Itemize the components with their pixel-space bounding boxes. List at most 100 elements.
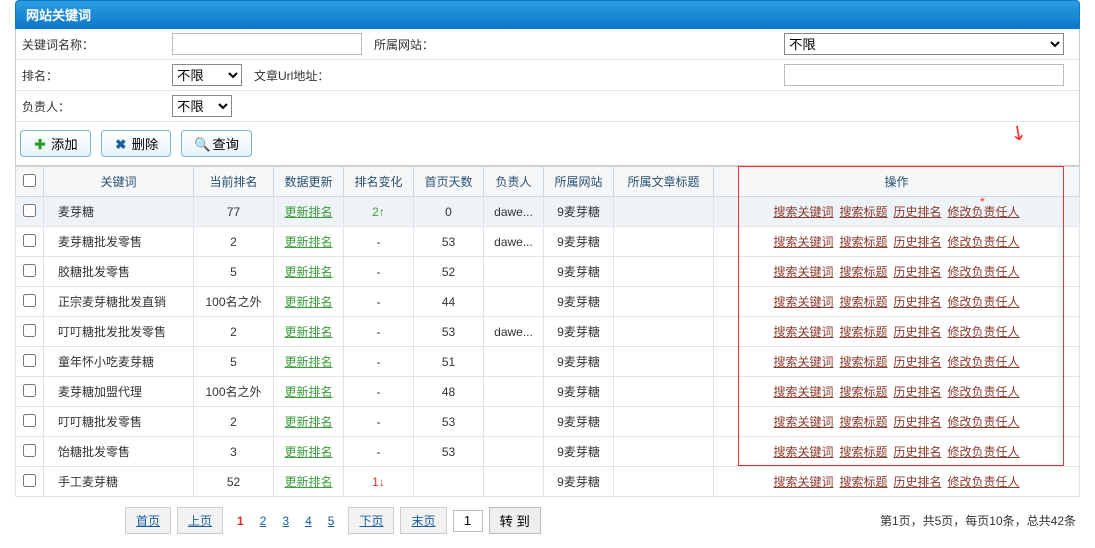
row-checkbox[interactable] — [23, 384, 36, 397]
op-search-title-link[interactable]: 搜索标题 — [839, 475, 887, 489]
cell-keyword: 饴糖批发零售 — [44, 437, 194, 467]
op-modify-owner-link[interactable]: 修改负责任人 — [948, 205, 1020, 219]
cell-change: - — [344, 227, 414, 257]
op-modify-owner-link[interactable]: 修改负责任人 — [948, 235, 1020, 249]
op-history-rank-link[interactable]: 历史排名 — [894, 235, 942, 249]
toolbar: ✚ 添加 ✖ 删除 🔍 查询 — [16, 122, 1079, 165]
op-history-rank-link[interactable]: 历史排名 — [894, 325, 942, 339]
cell-article — [614, 317, 714, 347]
update-rank-link[interactable]: 更新排名 — [284, 475, 332, 489]
table-row: 麦芽糖加盟代理100名之外更新排名-489麦芽糖搜索关键词搜索标题历史排名修改负… — [16, 377, 1080, 407]
col-update: 数据更新 — [274, 167, 344, 197]
row-checkbox[interactable] — [23, 204, 36, 217]
op-search-title-link[interactable]: 搜索标题 — [839, 205, 887, 219]
op-search-title-link[interactable]: 搜索标题 — [839, 265, 887, 279]
cell-ops: 搜索关键词搜索标题历史排名修改负责任人 — [714, 287, 1080, 317]
op-modify-owner-link[interactable]: 修改负责任人 — [948, 265, 1020, 279]
op-search-keyword-link[interactable]: 搜索关键词 — [773, 445, 833, 459]
op-modify-owner-link[interactable]: 修改负责任人 — [948, 475, 1020, 489]
site-select[interactable]: 不限 — [784, 33, 1064, 55]
op-modify-owner-link[interactable]: 修改负责任人 — [948, 355, 1020, 369]
op-search-keyword-link[interactable]: 搜索关键词 — [773, 415, 833, 429]
op-search-keyword-link[interactable]: 搜索关键词 — [773, 295, 833, 309]
pager-page-4[interactable]: 4 — [297, 510, 320, 532]
op-history-rank-link[interactable]: 历史排名 — [894, 385, 942, 399]
update-rank-link[interactable]: 更新排名 — [284, 415, 332, 429]
op-search-title-link[interactable]: 搜索标题 — [839, 445, 887, 459]
op-history-rank-link[interactable]: 历史排名 — [894, 355, 942, 369]
op-search-keyword-link[interactable]: 搜索关键词 — [773, 475, 833, 489]
cell-days: 53 — [414, 437, 484, 467]
pager-go-button[interactable]: 转 到 — [489, 507, 541, 534]
op-search-keyword-link[interactable]: 搜索关键词 — [773, 325, 833, 339]
op-history-rank-link[interactable]: 历史排名 — [894, 295, 942, 309]
op-search-keyword-link[interactable]: 搜索关键词 — [773, 205, 833, 219]
row-checkbox[interactable] — [23, 264, 36, 277]
update-rank-link[interactable]: 更新排名 — [284, 235, 332, 249]
row-checkbox[interactable] — [23, 294, 36, 307]
row-checkbox[interactable] — [23, 234, 36, 247]
col-rank: 当前排名 — [194, 167, 274, 197]
cell-owner — [484, 377, 544, 407]
op-modify-owner-link[interactable]: 修改负责任人 — [948, 325, 1020, 339]
owner-select[interactable]: 不限 — [172, 95, 232, 117]
op-history-rank-link[interactable]: 历史排名 — [894, 475, 942, 489]
update-rank-link[interactable]: 更新排名 — [284, 205, 332, 219]
plus-icon: ✚ — [33, 137, 47, 151]
cell-rank: 100名之外 — [194, 287, 274, 317]
op-search-title-link[interactable]: 搜索标题 — [839, 415, 887, 429]
pager-first[interactable]: 首页 — [125, 507, 171, 534]
op-modify-owner-link[interactable]: 修改负责任人 — [948, 445, 1020, 459]
row-checkbox[interactable] — [23, 354, 36, 367]
cell-ops: 搜索关键词搜索标题历史排名修改负责任人 — [714, 197, 1080, 227]
update-rank-link[interactable]: 更新排名 — [284, 445, 332, 459]
op-modify-owner-link[interactable]: 修改负责任人 — [948, 295, 1020, 309]
op-history-rank-link[interactable]: 历史排名 — [894, 265, 942, 279]
op-history-rank-link[interactable]: 历史排名 — [894, 415, 942, 429]
cell-ops: 搜索关键词搜索标题历史排名修改负责任人 — [714, 317, 1080, 347]
query-button[interactable]: 🔍 查询 — [181, 130, 252, 157]
pager-prev[interactable]: 上页 — [177, 507, 223, 534]
update-rank-link[interactable]: 更新排名 — [284, 325, 332, 339]
update-rank-link[interactable]: 更新排名 — [284, 355, 332, 369]
keyword-name-input[interactable] — [172, 33, 362, 55]
url-input[interactable] — [784, 64, 1064, 86]
cell-article — [614, 227, 714, 257]
op-search-title-link[interactable]: 搜索标题 — [839, 325, 887, 339]
delete-button[interactable]: ✖ 删除 — [101, 130, 172, 157]
op-modify-owner-link[interactable]: 修改负责任人 — [948, 385, 1020, 399]
pager-goto-input[interactable] — [453, 510, 483, 532]
op-history-rank-link[interactable]: 历史排名 — [894, 445, 942, 459]
rank-select[interactable]: 不限 — [172, 64, 242, 86]
op-search-title-link[interactable]: 搜索标题 — [839, 295, 887, 309]
cell-keyword: 麦芽糖 — [44, 197, 194, 227]
op-search-keyword-link[interactable]: 搜索关键词 — [773, 235, 833, 249]
update-rank-link[interactable]: 更新排名 — [284, 295, 332, 309]
row-checkbox[interactable] — [23, 444, 36, 457]
pager-page-1[interactable]: 1 — [229, 510, 252, 532]
update-rank-link[interactable]: 更新排名 — [284, 265, 332, 279]
pager-page-5[interactable]: 5 — [320, 510, 343, 532]
op-search-title-link[interactable]: 搜索标题 — [839, 385, 887, 399]
cell-rank: 2 — [194, 407, 274, 437]
pager-next[interactable]: 下页 — [348, 507, 394, 534]
pager-page-3[interactable]: 3 — [274, 510, 297, 532]
pager-last[interactable]: 末页 — [400, 507, 446, 534]
op-history-rank-link[interactable]: 历史排名 — [894, 205, 942, 219]
row-checkbox[interactable] — [23, 414, 36, 427]
update-rank-link[interactable]: 更新排名 — [284, 385, 332, 399]
cell-owner — [484, 437, 544, 467]
add-button[interactable]: ✚ 添加 — [20, 130, 91, 157]
pager-page-2[interactable]: 2 — [252, 510, 275, 532]
cell-ops: 搜索关键词搜索标题历史排名修改负责任人 — [714, 407, 1080, 437]
row-checkbox[interactable] — [23, 324, 36, 337]
select-all-checkbox[interactable] — [23, 174, 36, 187]
op-modify-owner-link[interactable]: 修改负责任人 — [948, 415, 1020, 429]
row-checkbox[interactable] — [23, 474, 36, 487]
op-search-keyword-link[interactable]: 搜索关键词 — [773, 355, 833, 369]
op-search-keyword-link[interactable]: 搜索关键词 — [773, 265, 833, 279]
op-search-title-link[interactable]: 搜索标题 — [839, 235, 887, 249]
op-search-keyword-link[interactable]: 搜索关键词 — [773, 385, 833, 399]
col-owner: 负责人 — [484, 167, 544, 197]
op-search-title-link[interactable]: 搜索标题 — [839, 355, 887, 369]
